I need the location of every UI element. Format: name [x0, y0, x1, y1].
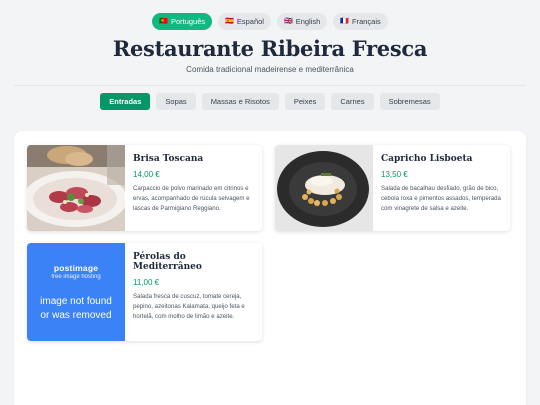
language-selector: 🇵🇹 Português 🇪🇸 Español 🇬🇧 English 🇫🇷 Fr…	[0, 13, 540, 30]
tab-carnes[interactable]: Carnes	[331, 93, 374, 110]
dish-card[interactable]: Brisa Toscana 14,00 € Carpaccio de polvo…	[27, 145, 262, 231]
dish-photo	[275, 145, 373, 231]
restaurant-title: Restaurante Ribeira Fresca	[112, 36, 428, 61]
category-tabs: Entradas Sopas Massas e Risotos Peixes C…	[0, 93, 540, 110]
dish-description: Salada fresca de cuscuz, tomate cereja, …	[133, 293, 245, 320]
tab-massas-e-risotos[interactable]: Massas e Risotos	[201, 93, 279, 110]
france-flag-icon: 🇫🇷	[340, 18, 350, 25]
dish-card[interactable]: Capricho Lisboeta 13,50 € Salada de baca…	[275, 145, 510, 231]
language-label: Português	[170, 17, 206, 26]
dish-description: Carpaccio de polvo marinado em citrinos …	[133, 185, 250, 212]
dish-name: Capricho Lisboeta	[381, 154, 473, 164]
tab-entradas[interactable]: Entradas	[100, 93, 151, 110]
tab-sopas[interactable]: Sopas	[156, 93, 196, 110]
placeholder-tagline: free image hosting	[51, 274, 101, 280]
placeholder-message: image not found or was removed	[40, 295, 112, 322]
dish-photo	[27, 145, 125, 231]
dish-name: Pérolas do Mediterrâneo	[133, 252, 202, 272]
dish-price: 11,00 €	[133, 278, 160, 287]
placeholder-brand: postimage	[53, 263, 99, 273]
dish-photo: postimage free image hosting image not f…	[27, 243, 125, 341]
image-not-found-placeholder: postimage free image hosting image not f…	[27, 243, 125, 341]
tab-peixes[interactable]: Peixes	[284, 93, 326, 110]
tab-sobremesas[interactable]: Sobremesas	[379, 93, 440, 110]
uk-flag-icon: 🇬🇧	[283, 18, 293, 25]
portugal-flag-icon: 🇵🇹	[159, 18, 168, 25]
restaurant-subtitle: Comida tradicional madeirense e mediterr…	[186, 65, 354, 74]
language-button-pt[interactable]: 🇵🇹 Português	[152, 13, 213, 30]
spain-flag-icon: 🇪🇸	[225, 18, 234, 25]
placeholder-message-line: or was removed	[40, 309, 112, 321]
language-label: Français	[352, 17, 381, 26]
dish-card[interactable]: postimage free image hosting image not f…	[27, 243, 262, 341]
dish-description: Salada de bacalhau desfiado, grão de bic…	[381, 185, 501, 212]
menu-panel: Brisa Toscana 14,00 € Carpaccio de polvo…	[14, 131, 526, 405]
language-label: English	[295, 17, 321, 26]
language-label: Español	[236, 17, 264, 26]
header-divider	[14, 85, 526, 86]
language-button-en[interactable]: 🇬🇧 English	[276, 13, 328, 30]
dish-price: 13,50 €	[381, 170, 408, 179]
dish-price: 14,00 €	[133, 170, 160, 179]
dish-name: Brisa Toscana	[133, 154, 204, 164]
language-button-fr[interactable]: 🇫🇷 Français	[333, 13, 388, 30]
placeholder-message-line: image not found	[40, 296, 112, 307]
language-button-es[interactable]: 🇪🇸 Español	[218, 13, 271, 30]
